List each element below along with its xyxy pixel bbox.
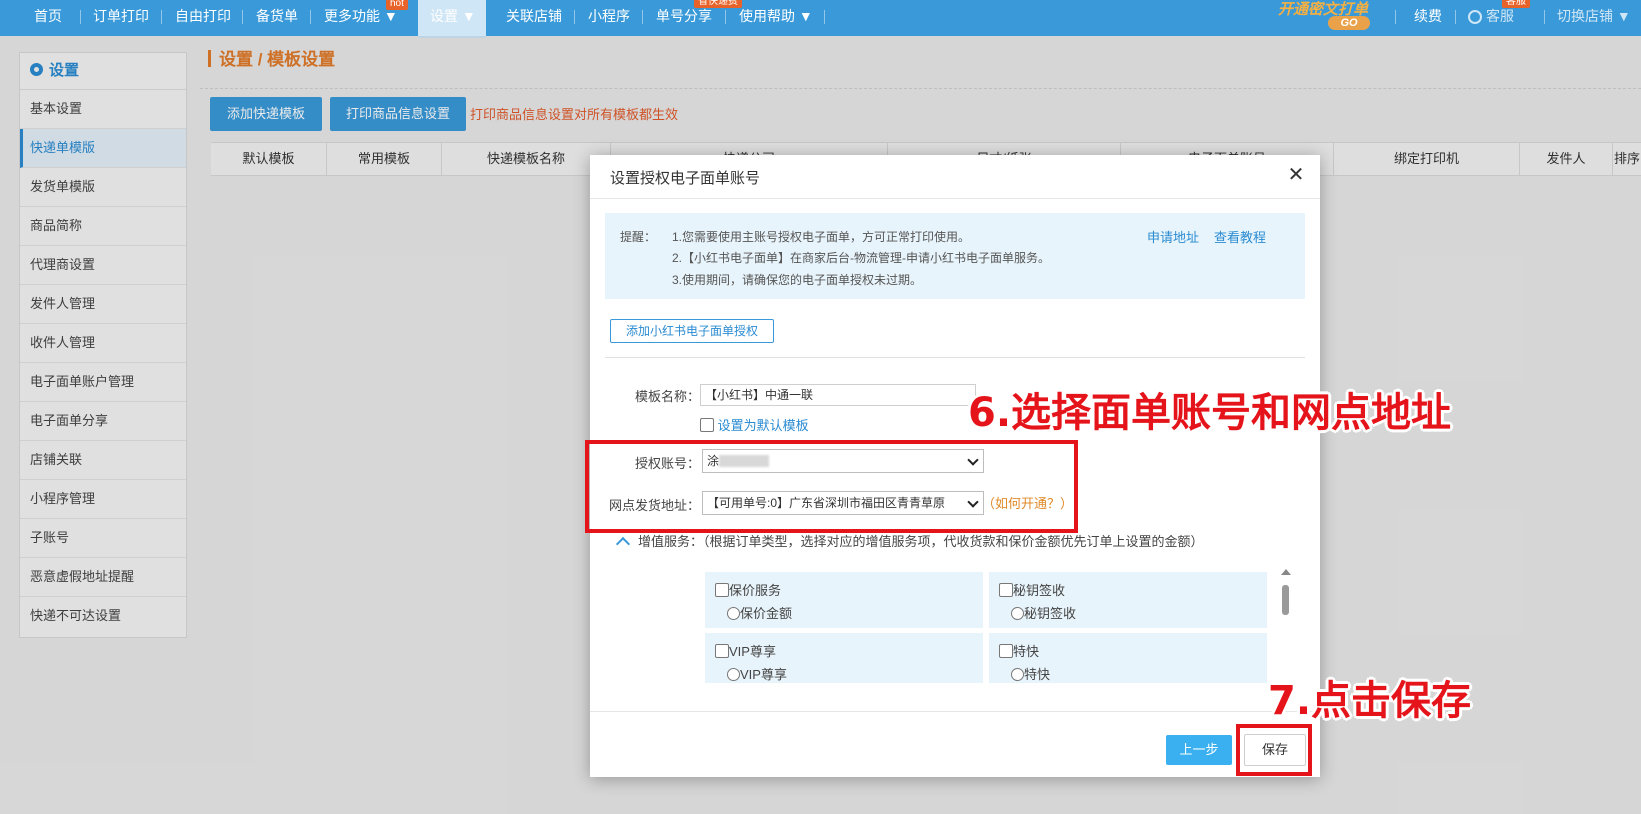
key-sign-checkbox[interactable] — [999, 583, 1013, 597]
chevron-up-icon[interactable] — [615, 536, 631, 552]
top-nav: 首页 订单打印 自由打印 备货单 更多功能 ▼ hot 设置 ▼ 关联店铺 小程… — [0, 0, 1641, 38]
step7-annotation: 7.点击保存 — [1268, 678, 1472, 724]
nav-help[interactable]: 使用帮助 ▼ — [739, 0, 813, 34]
step7-highlight-box — [1236, 724, 1312, 776]
dialog-title: 设置授权电子面单账号 — [610, 170, 761, 187]
services-scrollbar[interactable] — [1280, 567, 1291, 675]
nav-stock-list[interactable]: 备货单 — [256, 0, 298, 34]
service-express: 特快 特快 — [989, 633, 1267, 683]
key-sign-radio[interactable] — [1011, 607, 1024, 620]
step6-annotation: 6.选择面单账号和网点地址 — [968, 390, 1452, 436]
service-insured: 保价服务 保价金额 — [705, 572, 983, 628]
nav-home[interactable]: 首页 — [34, 0, 62, 34]
vip-radio[interactable] — [727, 668, 740, 681]
dialog-divider — [605, 357, 1305, 358]
nav-order-print[interactable]: 订单打印 — [93, 0, 149, 34]
service-vip: VIP尊享 VIP尊享 — [705, 633, 983, 683]
nav-free-print[interactable]: 自由打印 — [175, 0, 231, 34]
reminder-line-2: 2.【小红书电子面单】在商家后台-物流管理-申请小红书电子面单服务。 — [672, 251, 1051, 265]
service-icon — [1468, 10, 1482, 24]
promo-banner[interactable]: 开通密文打单 GO — [1272, 0, 1382, 32]
nav-renew[interactable]: 续费 — [1414, 0, 1442, 34]
apply-address-link[interactable]: 申请地址 — [1147, 227, 1199, 246]
nav-mini-program[interactable]: 小程序 — [588, 0, 630, 34]
hot-badge: hot — [386, 0, 408, 10]
view-tutorial-link[interactable]: 查看教程 — [1214, 227, 1266, 246]
service-badge: 客服 — [1502, 0, 1530, 8]
scroll-thumb[interactable] — [1282, 585, 1289, 615]
reminder-line-3: 3.使用期间，请确保您的电子面单授权未过期。 — [672, 273, 923, 287]
value-added-services-row: 增值服务：（根据订单类型，选择对应的增值服务项，代收货款和保价金额优先订单上设置… — [615, 531, 1204, 552]
reminder-label: 提醒： — [620, 230, 657, 244]
service-key-sign: 秘钥签收 秘钥签收 — [989, 572, 1267, 628]
template-name-input[interactable]: 【小红书】中通一联 — [700, 384, 976, 406]
template-name-label: 模板名称： — [634, 389, 700, 404]
express-checkbox[interactable] — [999, 644, 1013, 658]
nav-settings[interactable]: 设置 ▼ — [430, 0, 476, 34]
scroll-up-icon[interactable] — [1281, 569, 1291, 575]
close-icon[interactable]: ✕ — [1286, 165, 1306, 185]
previous-step-button[interactable]: 上一步 — [1166, 735, 1232, 765]
dialog-header: 设置授权电子面单账号 ✕ — [590, 155, 1320, 199]
reminder-box: 提醒： 1.您需要使用主账号授权电子面单，方可正常打印使用。 2.【小红书电子面… — [605, 213, 1305, 299]
insured-checkbox[interactable] — [715, 583, 729, 597]
reminder-line-1: 1.您需要使用主账号授权电子面单，方可正常打印使用。 — [672, 230, 971, 244]
step6-highlight-box — [585, 440, 1078, 533]
insured-amount-radio[interactable] — [727, 607, 740, 620]
save-shipping-badge: 省快递费 — [694, 0, 742, 8]
service-label: 客服 — [1486, 8, 1514, 24]
nav-switch-shop[interactable]: 切换店铺 ▼ — [1557, 0, 1631, 34]
set-default-template[interactable]: 设置为默认模板 — [700, 415, 809, 434]
dialog-footer-divider — [590, 711, 1320, 712]
express-radio[interactable] — [1011, 668, 1024, 681]
vip-checkbox[interactable] — [715, 644, 729, 658]
add-xiaohongshu-auth-button[interactable]: 添加小红书电子面单授权 — [610, 319, 774, 343]
promo-go: GO — [1328, 16, 1370, 30]
default-template-checkbox[interactable] — [700, 418, 714, 432]
nav-linked-shops[interactable]: 关联店铺 — [506, 0, 562, 34]
